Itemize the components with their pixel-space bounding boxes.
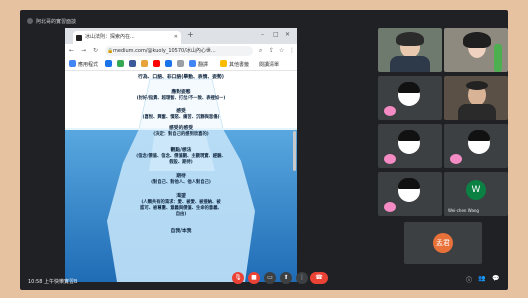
participant-tile-man[interactable] [444, 76, 508, 120]
participant-name: Wei-chen Wang [448, 208, 479, 213]
participant-avatar: W [466, 180, 486, 200]
reload-icon[interactable]: ↻ [93, 47, 98, 54]
sticker-hair [398, 82, 420, 93]
participant-tile-red-avatar[interactable]: 孟君 [404, 222, 482, 264]
iceberg-detail: 假設、期待) [169, 160, 193, 165]
facebook-icon[interactable] [129, 60, 136, 67]
meeting-name: 快樂實習B [54, 279, 78, 285]
iceberg-tip [138, 78, 224, 130]
back-icon[interactable]: ← [69, 47, 74, 54]
folder-icon[interactable] [220, 60, 227, 67]
iceberg-heading: 自我/本我 [170, 229, 192, 234]
bookmark-icon[interactable] [177, 60, 184, 67]
star-icon[interactable]: ☆ [279, 47, 284, 54]
article-content: 行為、口語、非口語(舉動、表情、姿勢) 應對姿態 (討好/指責、超理智、打岔/不一致… [65, 71, 297, 282]
meet-logo-icon [27, 18, 33, 24]
end-call-icon[interactable]: ☎ [310, 272, 328, 284]
iceberg-heading: 行為、口語、非口語(舉動、表情、姿勢) [138, 75, 224, 80]
participant-tile-sticker-4[interactable] [378, 172, 442, 216]
close-window-icon[interactable]: ✕ [285, 31, 290, 38]
browser-tab[interactable]: 冰山法則：探索內在... ✕ [73, 31, 181, 44]
iceberg-detail: (喜悅、興奮、憤怒、痛苦、沉靜與悲傷) [142, 115, 220, 120]
apps-icon[interactable] [69, 60, 76, 67]
bookmark-apps[interactable]: 應用程式 [78, 61, 98, 68]
translate-icon[interactable] [189, 60, 196, 67]
bookmark-translate[interactable]: 翻譯 [198, 61, 208, 68]
participant-tile-sticker-3[interactable] [444, 124, 508, 168]
forward-icon[interactable]: → [81, 47, 86, 54]
iceberg-detail: 自由) [175, 212, 187, 217]
minimize-icon[interactable]: – [261, 31, 264, 38]
participant-shirt [458, 104, 496, 120]
info-icon[interactable]: ⓘ [466, 275, 472, 284]
present-icon[interactable]: ⬆ [280, 272, 292, 284]
bookmark-icon[interactable] [117, 60, 124, 67]
plant [494, 44, 502, 72]
youtube-icon[interactable] [153, 60, 160, 67]
bookmark-reading-list[interactable]: 閱讀清單 [259, 61, 279, 68]
sticker-hair [468, 130, 490, 141]
participant-tile-sticker-2[interactable] [378, 124, 442, 168]
address-bar: ← → ↻ 🔒 medium.com/@kuoly_10570/冰山內心世...… [65, 44, 297, 58]
camera-off-icon[interactable]: ■ [248, 272, 260, 284]
medium-favicon-icon [76, 35, 82, 41]
participant-hair [463, 32, 491, 48]
more-icon[interactable]: ⋮ [296, 272, 308, 284]
mic-off-icon[interactable]: 🎙 [232, 272, 244, 284]
participant-tile-sticker-1[interactable] [378, 76, 442, 120]
meeting-time: 10:58 上午 [28, 279, 54, 285]
people-icon[interactable]: 👥 [478, 275, 485, 282]
participant-hair [396, 32, 424, 46]
url-text: medium.com/@kuoly_10570/冰山內心世... [113, 48, 216, 54]
meet-window: 阿北哥的實習面談 冰山法則：探索內在... ✕ + – □ ✕ ← → ↻ 🔒 … [20, 10, 508, 290]
heart-sticker-icon [450, 154, 462, 164]
maximize-icon[interactable]: □ [273, 31, 279, 38]
bookmark-icon[interactable] [165, 60, 172, 67]
new-tab-button[interactable]: + [187, 30, 194, 39]
sticker-hair [398, 178, 420, 189]
chat-icon[interactable]: 💬 [492, 275, 499, 282]
heart-sticker-icon [384, 106, 396, 116]
participant-shirt [390, 56, 430, 72]
bookmarks-bar: 應用程式 翻譯 其他書籤 閱讀清單 [65, 58, 297, 71]
bookmark-others[interactable]: 其他書籤 [229, 61, 249, 68]
captions-icon[interactable]: ▭ [264, 272, 276, 284]
sticker-hair [398, 130, 420, 141]
participant-tile-w[interactable]: W Wei-chen Wang [444, 172, 508, 216]
meeting-title: 阿北哥的實習面談 [36, 19, 77, 25]
lock-icon: 🔒 [107, 48, 114, 54]
tab-strip: 冰山法則：探索內在... ✕ + – □ ✕ [65, 28, 297, 44]
shared-browser-window: 冰山法則：探索內在... ✕ + – □ ✕ ← → ↻ 🔒 medium.co… [65, 28, 297, 282]
menu-icon[interactable]: ⋮ [289, 47, 295, 54]
iceberg-detail: (決定：對自己的感到欣喜的) [153, 132, 209, 137]
close-tab-icon[interactable]: ✕ [174, 31, 178, 44]
page-scrollbar[interactable] [293, 131, 296, 171]
participant-avatar: 孟君 [433, 233, 453, 253]
url-input[interactable]: 🔒 medium.com/@kuoly_10570/冰山內心世... [105, 46, 253, 56]
heart-sticker-icon [384, 202, 396, 212]
iceberg-detail: (對自己、對他人、他人對自己) [151, 180, 211, 185]
participant-tile-woman[interactable] [444, 28, 508, 72]
participant-hair [466, 81, 488, 90]
tab-title: 冰山法則：探索內在... [85, 34, 135, 40]
bookmark-icon[interactable] [141, 60, 148, 67]
iceberg-detail: (討好/指責、超理智、打岔/不一致、表裡如一) [136, 96, 226, 101]
share-icon[interactable]: ⇪ [269, 47, 274, 54]
search-icon[interactable]: ⌕ [259, 47, 262, 55]
heart-sticker-icon [384, 154, 396, 164]
participant-tile-woman-glasses[interactable] [378, 28, 442, 72]
bookmark-icon[interactable] [105, 60, 112, 67]
